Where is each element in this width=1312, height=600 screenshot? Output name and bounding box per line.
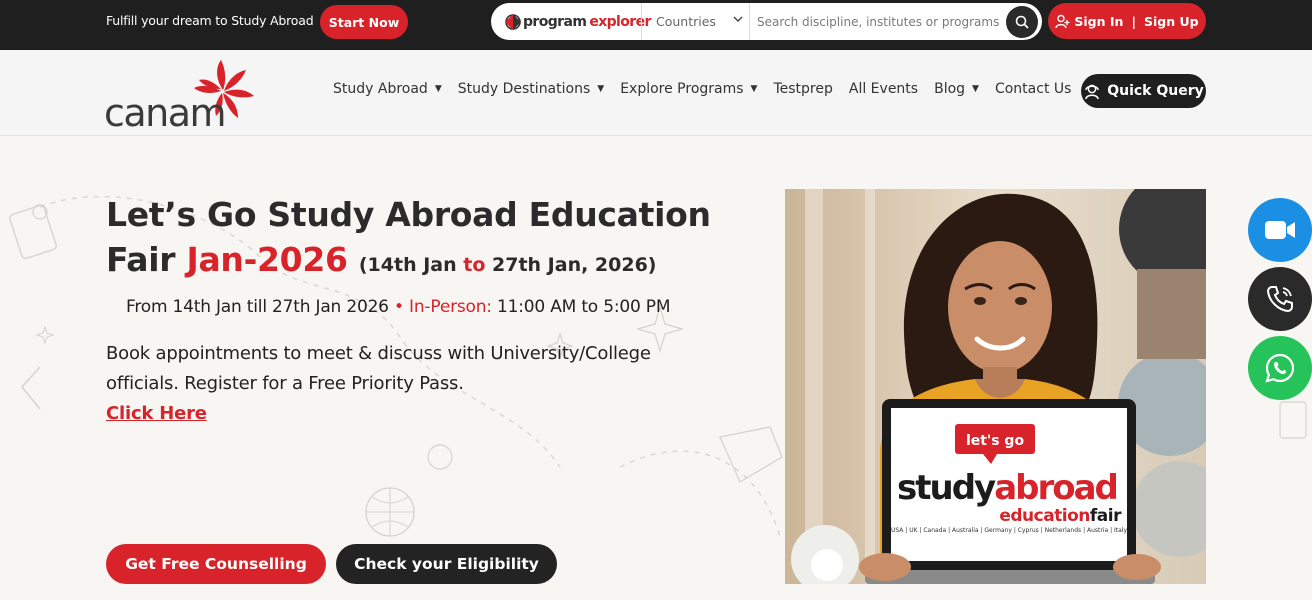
- nav-item-study-destinations[interactable]: Study Destinations ▼: [458, 81, 604, 97]
- search-input[interactable]: [757, 12, 1001, 32]
- quick-query-button[interactable]: Quick Query: [1081, 74, 1206, 108]
- dates-to: to: [463, 254, 486, 276]
- screen-study: study: [897, 468, 996, 508]
- caret-down-icon: ▼: [750, 84, 758, 94]
- nav-item-label: Study Abroad: [333, 81, 428, 97]
- hero-image: let's go studyabroad educationfair USA |…: [785, 189, 1206, 584]
- compass-icon: [505, 14, 521, 30]
- program-explorer-logo[interactable]: program explorer: [503, 9, 651, 35]
- caret-down-icon: ▼: [597, 84, 605, 94]
- separator: |: [1131, 13, 1137, 29]
- hero-description-text: Book appointments to meet & discuss with…: [106, 343, 651, 394]
- screen-fair: fair: [1090, 506, 1122, 526]
- event-schedule: From 14th Jan till 27th Jan 2026 • In-Pe…: [126, 297, 671, 317]
- whatsapp-button[interactable]: [1248, 336, 1312, 400]
- hero-dates: (14th Jan to 27th Jan, 2026): [359, 254, 657, 276]
- nav-item-label: Testprep: [773, 81, 833, 97]
- hero-title-month: Jan-2026: [186, 240, 348, 279]
- user-add-icon: [1055, 14, 1070, 28]
- schedule-time: 11:00 AM to 5:00 PM: [497, 297, 671, 317]
- screen-abroad: abroad: [994, 468, 1117, 508]
- screen-lets-go: let's go: [966, 433, 1025, 449]
- nav-item-explore-programs[interactable]: Explore Programs ▼: [620, 81, 757, 97]
- nav-item-study-abroad[interactable]: Study Abroad ▼: [333, 81, 442, 97]
- canam-logo[interactable]: canam: [104, 56, 274, 135]
- screen-education: education: [999, 506, 1090, 526]
- caret-down-icon: ▼: [972, 84, 979, 94]
- phone-call-button[interactable]: [1248, 267, 1312, 331]
- hero-title: Let’s Go Study Abroad Education Fair Jan…: [106, 192, 746, 288]
- countries-select[interactable]: Countries: [642, 3, 750, 40]
- nav-item-blog[interactable]: Blog ▼: [934, 81, 979, 97]
- screen-countries: USA | UK | Canada | Australia | Germany …: [891, 527, 1128, 534]
- nav-item-label: Blog: [934, 81, 966, 97]
- phone-icon: [1266, 286, 1293, 313]
- schedule-mode: • In-Person:: [394, 297, 492, 317]
- nav-item-label: Contact Us: [994, 81, 1072, 97]
- program-explorer-brand-1: program: [523, 14, 587, 30]
- caret-down-icon: ▼: [434, 84, 442, 94]
- sign-in-link[interactable]: Sign In: [1074, 14, 1123, 29]
- dates-close: 27th Jan, 2026): [492, 254, 657, 276]
- hero-description: Book appointments to meet & discuss with…: [106, 339, 726, 429]
- canam-logo-mark: canam: [104, 60, 254, 135]
- get-free-counselling-button[interactable]: Get Free Counselling: [106, 544, 326, 584]
- nav-item-label: All Events: [848, 81, 919, 97]
- check-eligibility-button[interactable]: Check your Eligibility: [336, 544, 557, 584]
- program-explorer-search: program explorer Countries: [491, 3, 1042, 40]
- student-with-laptop-illustration: let's go studyabroad educationfair USA |…: [785, 189, 1206, 584]
- search-button[interactable]: [1006, 6, 1038, 38]
- top-bar: Fulfill your dream to Study Abroad Start…: [0, 0, 1312, 50]
- whatsapp-icon: [1265, 353, 1295, 383]
- dates-open: (14th Jan: [358, 254, 457, 276]
- click-here-link[interactable]: Click Here: [106, 403, 207, 424]
- video-call-button[interactable]: [1248, 198, 1312, 262]
- screen-study-abroad: studyabroad: [897, 468, 1117, 508]
- nav-item-all-events[interactable]: All Events: [849, 81, 918, 97]
- nav-menu: Study Abroad ▼ Study Destinations ▼ Expl…: [333, 81, 1087, 97]
- nav-item-label: Explore Programs: [620, 81, 744, 97]
- sign-up-link[interactable]: Sign Up: [1144, 14, 1199, 29]
- sign-in-sign-up: Sign In | Sign Up: [1048, 3, 1206, 39]
- hero-title-fair: Fair: [106, 240, 176, 279]
- hero-title-line1: Let’s Go Study Abroad Education: [106, 195, 711, 234]
- main-nav: canam Study Abroad ▼ Study Destinations …: [0, 50, 1312, 136]
- chevron-down-icon: [733, 14, 743, 27]
- nav-item-contact-us[interactable]: Contact Us: [995, 81, 1071, 97]
- video-call-icon: [1265, 221, 1295, 239]
- search-icon: [1015, 15, 1029, 29]
- quick-query-label: Quick Query: [1107, 83, 1204, 99]
- nav-item-testprep[interactable]: Testprep: [773, 81, 832, 97]
- start-now-button[interactable]: Start Now: [320, 5, 408, 39]
- canam-logo-text: canam: [104, 91, 225, 132]
- support-agent-icon: [1085, 84, 1099, 100]
- topbar-tagline: Fulfill your dream to Study Abroad: [106, 13, 314, 28]
- countries-select-label: Countries: [656, 14, 716, 29]
- schedule-dates: From 14th Jan till 27th Jan 2026: [126, 297, 389, 317]
- screen-education-fair: educationfair: [999, 506, 1122, 526]
- nav-item-label: Study Destinations: [457, 81, 591, 97]
